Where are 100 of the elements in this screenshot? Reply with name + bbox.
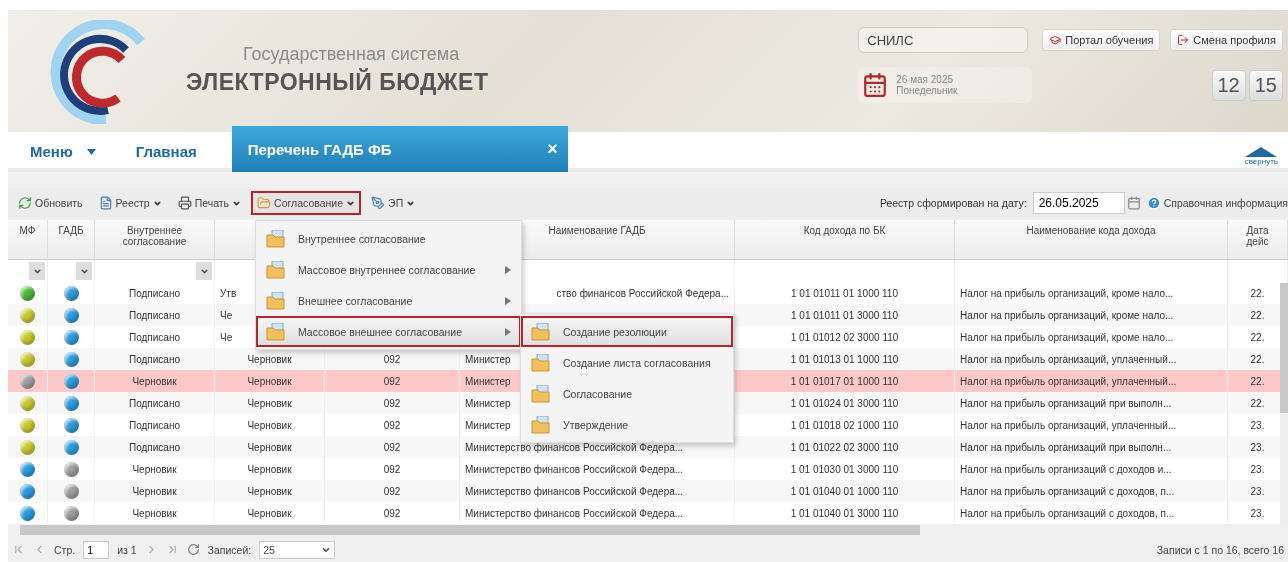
menu-item[interactable]: Утверждение xyxy=(521,409,733,440)
table-cell: Налог на прибыль организаций, уплаченный... xyxy=(960,375,1177,387)
table-cell: 092 xyxy=(383,375,401,387)
table-cell: Черновик xyxy=(132,463,177,475)
snils-field[interactable]: СНИЛС xyxy=(858,27,1029,53)
system-subtitle: Государственная система xyxy=(243,44,461,65)
table-cell: Черновик xyxy=(247,463,292,475)
column-header[interactable]: Код дохода по БК xyxy=(735,220,955,260)
pen-icon xyxy=(371,196,386,210)
menu-item[interactable]: Внешнее согласование xyxy=(256,285,521,316)
toolbar-button[interactable]: Обновить xyxy=(12,191,89,215)
table-cell: 1 01 01012 02 3000 110 xyxy=(790,331,899,343)
registry-date-label: Реестр сформирован на дату: xyxy=(879,197,1027,209)
table-cell: Черновик xyxy=(247,397,292,409)
collapse-button[interactable]: свернуть xyxy=(1244,147,1278,166)
table-cell: Налог на прибыль организаций при выполн... xyxy=(960,441,1172,453)
toolbar-button[interactable]: Печать xyxy=(171,191,248,215)
folder-icon xyxy=(257,196,272,210)
folder-icon xyxy=(266,291,286,310)
menu-item[interactable]: Согласование xyxy=(521,378,733,409)
table-cell: 22. xyxy=(1250,397,1265,409)
table-cell: 092 xyxy=(383,397,401,409)
toolbar-button[interactable]: ЭП xyxy=(365,191,422,215)
table-cell: Министерство финансов Российской Федера... xyxy=(465,463,684,475)
current-date: 26 мая 2025 xyxy=(896,74,955,85)
folder-icon xyxy=(531,415,551,434)
menu-item[interactable]: Массовое внешнее согласование xyxy=(256,316,521,347)
table-cell: Министер xyxy=(465,397,511,409)
table-cell: Налог на прибыль организаций, кроме нало... xyxy=(960,287,1174,299)
refresh-icon xyxy=(186,543,200,556)
table-cell: 092 xyxy=(383,353,401,365)
table-cell: Черновик xyxy=(247,353,292,365)
folder-icon xyxy=(266,260,286,279)
table-cell: Подписано xyxy=(129,331,180,343)
folder-icon xyxy=(266,322,286,341)
table-cell: 1 01 01013 01 1000 110 xyxy=(790,353,899,365)
first-page-icon xyxy=(12,543,25,556)
table-cell: Подписано xyxy=(129,353,180,365)
table-cell: 1 01 01018 02 1000 110 xyxy=(790,419,899,431)
table-cell: Черновик xyxy=(247,375,292,387)
clock-hours: 12 xyxy=(1211,69,1246,101)
table-cell: Черновик xyxy=(247,485,292,497)
table-cell: 22. xyxy=(1250,375,1265,387)
table-cell: Министерство финансов Российской Федера... xyxy=(465,507,684,519)
table-cell: 1 01 01040 01 3000 110 xyxy=(790,507,899,519)
table-cell: 092 xyxy=(383,485,401,497)
table-cell: 1 01 01011 01 1000 110 xyxy=(791,287,898,299)
document-icon xyxy=(98,196,113,210)
toolbar-button[interactable]: Согласование xyxy=(251,191,362,215)
menu-link[interactable]: Меню xyxy=(30,143,73,160)
filter-dropdown-button[interactable] xyxy=(29,262,45,280)
clock-minutes: 15 xyxy=(1248,69,1283,101)
table-cell: Налог на прибыль организаций, уплаченный... xyxy=(960,353,1177,365)
switch-profile-button[interactable]: Смена профиля xyxy=(1170,29,1283,51)
table-cell: Налог на прибыль организаций, кроме нало... xyxy=(960,331,1174,343)
folder-icon xyxy=(531,322,551,341)
toolbar-button[interactable]: Реестр xyxy=(92,191,168,215)
table-cell: Министерство финансов Российской Федера... xyxy=(465,485,684,497)
home-link[interactable]: Главная xyxy=(135,143,197,160)
vertical-scrollbar[interactable] xyxy=(1280,283,1288,525)
first-page-button[interactable] xyxy=(12,543,25,556)
table-cell: 23. xyxy=(1250,441,1265,453)
per-page-select[interactable]: 25 xyxy=(259,540,336,559)
learning-portal-button[interactable]: Портал обучения xyxy=(1042,29,1161,51)
table-cell: ство финансов Российской Федера... xyxy=(556,287,729,299)
table-cell: 1 01 01017 01 1000 110 xyxy=(790,375,899,387)
date-field[interactable]: 26.05.2025 xyxy=(1032,192,1125,214)
page-field[interactable]: 1 xyxy=(83,540,110,559)
help-link[interactable]: Справочная информация xyxy=(1146,196,1288,210)
calendar-icon[interactable] xyxy=(1126,196,1141,210)
table-cell: Министерство финансов Российской Федера... xyxy=(465,441,684,453)
table-cell: Министер xyxy=(465,353,511,365)
table-cell: 1 01 01040 01 1000 110 xyxy=(790,485,899,497)
table-cell: Налог на прибыль организаций с доходов и... xyxy=(960,463,1172,475)
table-cell: 092 xyxy=(383,463,401,475)
table-cell: Утв xyxy=(220,287,237,299)
column-header[interactable]: Внутреннее согласование xyxy=(95,220,215,260)
table-cell: 23. xyxy=(1250,419,1265,431)
filter-dropdown-button[interactable] xyxy=(76,262,92,280)
refresh-icon xyxy=(18,196,32,210)
column-header[interactable]: Наименование кода дохода xyxy=(955,220,1228,260)
caret-icon xyxy=(86,149,96,155)
table-cell: Подписано xyxy=(129,287,180,299)
column-header[interactable]: Дата дейс xyxy=(1228,220,1288,260)
menu-item[interactable]: Создание листа согласования xyxy=(521,347,733,378)
table-cell: Че xyxy=(220,309,233,321)
menu-item[interactable]: Создание резолюции xyxy=(521,316,733,347)
folder-icon xyxy=(531,353,551,372)
table-cell: 1 01 01030 01 3000 110 xyxy=(790,463,899,475)
table-cell: 22. xyxy=(1250,287,1265,299)
table-cell: Подписано xyxy=(129,441,180,453)
filter-dropdown-button[interactable] xyxy=(196,262,212,280)
refresh-button[interactable] xyxy=(186,543,200,556)
table-cell: Черновик xyxy=(132,485,177,497)
table-cell: 092 xyxy=(383,441,401,453)
column-header[interactable]: ГАДБ xyxy=(48,220,95,260)
tab-label: Перечень ГАДБ ФБ xyxy=(247,140,392,158)
column-header[interactable]: МФ xyxy=(8,220,48,260)
exit-icon xyxy=(1177,34,1190,46)
table-cell: 092 xyxy=(383,419,401,431)
